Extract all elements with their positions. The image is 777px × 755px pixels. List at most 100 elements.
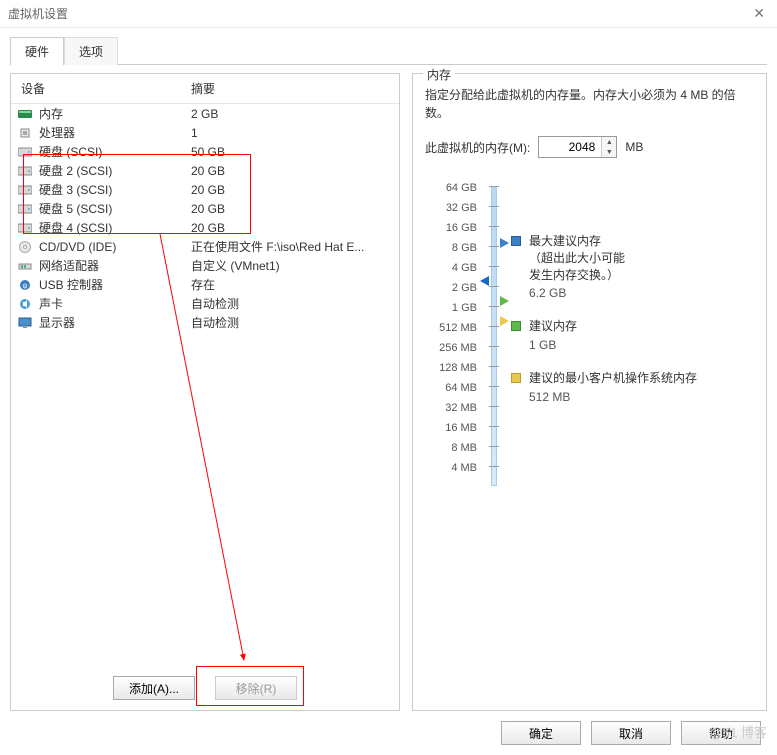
legend-min: 建议的最小客户机操作系统内存 512 MB <box>511 370 754 406</box>
svg-text:ψ: ψ <box>23 283 28 290</box>
spinner-down-icon[interactable]: ▼ <box>602 147 616 157</box>
hardware-row[interactable]: 处理器 1 <box>11 123 399 142</box>
cpu-icon <box>17 126 33 140</box>
memory-tick-label: 256 MB <box>425 338 477 358</box>
memory-tick-label: 4 MB <box>425 458 477 478</box>
tab-options[interactable]: 选项 <box>64 37 118 65</box>
device-name: CD/DVD (IDE) <box>39 240 116 254</box>
memory-tick-label: 16 GB <box>425 218 477 238</box>
cd-icon <box>17 240 33 254</box>
hardware-columns: 设备 摘要 <box>11 74 399 104</box>
memory-panel: 内存 指定分配给此虚拟机的内存量。内存大小必须为 4 MB 的倍数。 此虚拟机的… <box>412 73 767 711</box>
device-name: 显示器 <box>39 314 75 331</box>
device-name: 硬盘 5 (SCSI) <box>39 200 112 217</box>
memory-input-label: 此虚拟机的内存(M): <box>425 139 530 156</box>
hardware-list[interactable]: 内存 2 GB 处理器 1 硬盘 (SCSI) 50 GB 硬盘 2 (SCSI) 20 GB… <box>11 104 399 667</box>
marker-recommended-icon <box>500 296 509 306</box>
legend-recommended: 建议内存 1 GB <box>511 318 754 354</box>
device-name: 网络适配器 <box>39 257 99 274</box>
hardware-row[interactable]: CD/DVD (IDE) 正在使用文件 F:\iso\Red Hat E... <box>11 237 399 256</box>
memory-tick-label: 64 GB <box>425 178 477 198</box>
hardware-row[interactable]: 显示器 自动检测 <box>11 313 399 332</box>
hardware-row[interactable]: 硬盘 4 (SCSI) 20 GB <box>11 218 399 237</box>
tab-strip: 硬件 选项 <box>10 36 767 65</box>
device-name: 硬盘 4 (SCSI) <box>39 219 112 236</box>
memory-tick-label: 128 MB <box>425 358 477 378</box>
marker-current-icon <box>480 276 489 286</box>
remove-button[interactable]: 移除(R) <box>215 676 297 700</box>
memory-spinner[interactable]: ▲ ▼ <box>538 136 617 158</box>
marker-min-icon <box>500 316 509 326</box>
memory-panel-title: 内存 <box>423 66 455 83</box>
window-title: 虚拟机设置 <box>8 5 68 22</box>
device-name: USB 控制器 <box>39 276 103 293</box>
cancel-button[interactable]: 取消 <box>591 721 671 745</box>
device-name: 内存 <box>39 105 63 122</box>
hardware-row[interactable]: 硬盘 (SCSI) 50 GB <box>11 142 399 161</box>
device-summary: 自动检测 <box>181 295 399 312</box>
tab-hardware[interactable]: 硬件 <box>10 37 64 65</box>
memory-tick-label: 1 GB <box>425 298 477 318</box>
memory-icon <box>17 107 33 121</box>
memory-tick-label: 32 GB <box>425 198 477 218</box>
memory-tick-label: 2 GB <box>425 278 477 298</box>
disk-icon <box>17 221 33 235</box>
disk-icon <box>17 202 33 216</box>
memory-tick-label: 16 MB <box>425 418 477 438</box>
device-summary: 20 GB <box>181 183 399 197</box>
device-summary: 20 GB <box>181 164 399 178</box>
square-icon <box>511 236 521 246</box>
legend-max: 最大建议内存 （超出此大小可能 发生内存交换。） 6.2 GB <box>511 233 754 302</box>
memory-tick-label: 8 MB <box>425 438 477 458</box>
hardware-row[interactable]: 硬盘 3 (SCSI) 20 GB <box>11 180 399 199</box>
close-icon[interactable]: ✕ <box>749 5 769 22</box>
memory-tick-label: 4 GB <box>425 258 477 278</box>
display-icon <box>17 316 33 330</box>
device-summary: 50 GB <box>181 145 399 159</box>
hardware-list-panel: 设备 摘要 内存 2 GB 处理器 1 硬盘 (SCSI) 50 GB 硬盘 2 (SCSI… <box>10 73 400 711</box>
memory-input[interactable] <box>539 137 601 157</box>
hardware-row[interactable]: 网络适配器 自定义 (VMnet1) <box>11 256 399 275</box>
dialog-button-row: 确定 取消 帮助 <box>10 711 767 745</box>
hardware-row[interactable]: ψ USB 控制器 存在 <box>11 275 399 294</box>
device-name: 硬盘 3 (SCSI) <box>39 181 112 198</box>
device-name: 声卡 <box>39 295 63 312</box>
device-summary: 1 <box>181 126 399 140</box>
memory-tick-label: 512 MB <box>425 318 477 338</box>
memory-tick-label: 32 MB <box>425 398 477 418</box>
memory-visualizer: 64 GB32 GB16 GB8 GB4 GB2 GB1 GB512 MB256… <box>425 178 754 478</box>
device-summary: 存在 <box>181 276 399 293</box>
device-name: 硬盘 (SCSI) <box>39 143 102 160</box>
device-summary: 20 GB <box>181 221 399 235</box>
device-name: 硬盘 2 (SCSI) <box>39 162 112 179</box>
spinner-up-icon[interactable]: ▲ <box>602 137 616 147</box>
device-summary: 自动检测 <box>181 314 399 331</box>
memory-tick-label: 8 GB <box>425 238 477 258</box>
square-icon <box>511 321 521 331</box>
sound-icon <box>17 297 33 311</box>
disk-icon <box>17 164 33 178</box>
memory-description: 指定分配给此虚拟机的内存量。内存大小必须为 4 MB 的倍数。 <box>425 86 754 122</box>
usb-icon: ψ <box>17 278 33 292</box>
device-summary: 自定义 (VMnet1) <box>181 257 399 274</box>
add-button[interactable]: 添加(A)... <box>113 676 195 700</box>
memory-unit: MB <box>625 140 643 154</box>
network-icon <box>17 259 33 273</box>
ok-button[interactable]: 确定 <box>501 721 581 745</box>
hardware-row[interactable]: 声卡 自动检测 <box>11 294 399 313</box>
square-icon <box>511 373 521 383</box>
memory-bar[interactable] <box>483 178 505 478</box>
memory-tick-label: 64 MB <box>425 378 477 398</box>
device-summary: 2 GB <box>181 107 399 121</box>
disk-icon <box>17 183 33 197</box>
titlebar: 虚拟机设置 ✕ <box>0 0 777 28</box>
hardware-row[interactable]: 硬盘 5 (SCSI)20 GB <box>11 199 399 218</box>
disk-icon <box>17 145 33 159</box>
device-name: 处理器 <box>39 124 75 141</box>
help-button[interactable]: 帮助 <box>681 721 761 745</box>
device-summary: 正在使用文件 F:\iso\Red Hat E... <box>181 238 399 255</box>
column-device: 设备 <box>11 74 181 103</box>
hardware-row[interactable]: 硬盘 2 (SCSI) 20 GB <box>11 161 399 180</box>
hardware-row[interactable]: 内存 2 GB <box>11 104 399 123</box>
marker-max-icon <box>500 238 509 248</box>
